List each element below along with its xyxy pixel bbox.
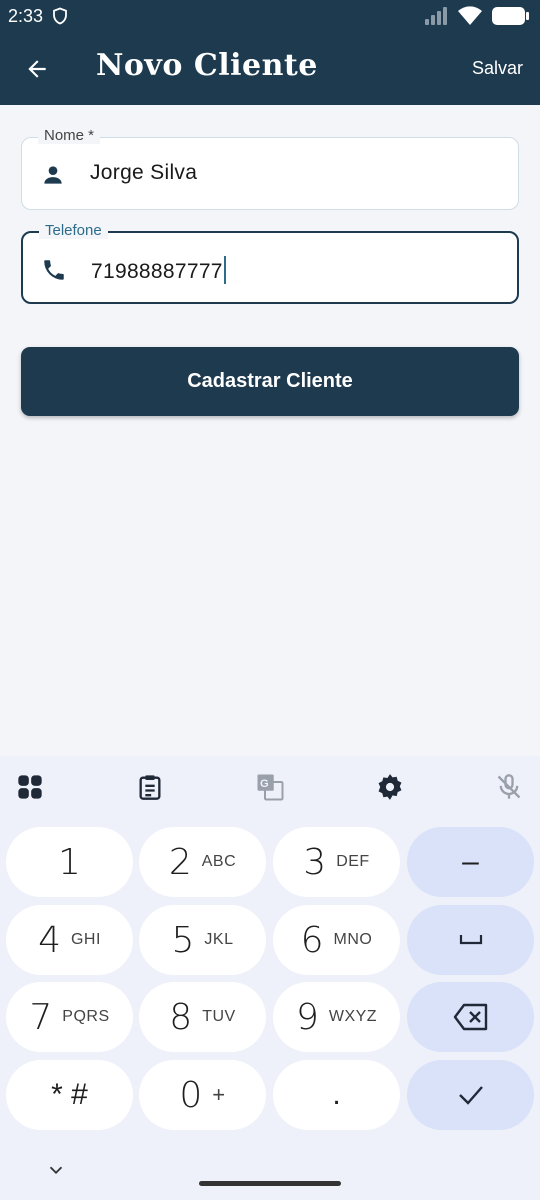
phone-icon <box>44 260 64 280</box>
home-indicator[interactable] <box>199 1181 341 1186</box>
numeric-keyboard: G 1 2 ABC 3 DEF – 4 GHI 5 JKL 6 MNO 7 PQRS 8 TU… <box>0 756 540 1200</box>
text-caret <box>223 256 226 284</box>
key-letters: WXYZ <box>328 1008 378 1025</box>
phone-field-text: 71988887777 <box>91 260 223 283</box>
translate-button[interactable]: G <box>255 772 285 802</box>
key-letters: ABC <box>201 853 237 870</box>
person-icon <box>44 166 62 184</box>
key-letters: + <box>212 1082 226 1107</box>
key-digit: 7 <box>29 996 53 1038</box>
key-letters: JKL <box>204 931 234 948</box>
key-6[interactable]: 6 MNO <box>273 905 400 975</box>
key-9[interactable]: 9 WXYZ <box>273 982 400 1052</box>
phone-field-value: 71988887777 <box>91 256 226 284</box>
battery-icon <box>492 7 529 25</box>
key-done[interactable] <box>407 1060 534 1130</box>
key-digit: 8 <box>169 996 193 1038</box>
name-field-label: Nome * <box>38 127 101 144</box>
key-period[interactable]: . <box>273 1060 400 1130</box>
key-0[interactable]: 0 + <box>139 1060 266 1130</box>
page-title: Novo Cliente <box>96 48 318 83</box>
key-3[interactable]: 3 DEF <box>273 827 400 897</box>
register-client-button[interactable]: Cadastrar Cliente <box>21 347 519 416</box>
key-digit: 1 <box>58 841 81 883</box>
translate-icon: G <box>257 774 284 801</box>
backspace-icon <box>453 1003 487 1031</box>
voice-input-button[interactable] <box>494 772 524 802</box>
key-letters: DEF <box>336 853 370 870</box>
key-digit: 0 <box>179 1074 203 1116</box>
phone-field-label: Telefone <box>39 222 108 239</box>
key-digit: 6 <box>300 919 324 961</box>
svg-text:G: G <box>260 778 269 790</box>
keyboard-toolbar: G <box>0 756 540 818</box>
shield-icon <box>53 7 67 25</box>
key-digit: 2 <box>168 841 192 883</box>
apps-grid-button[interactable] <box>15 772 45 802</box>
back-button[interactable] <box>22 54 52 84</box>
name-field-value: Jorge Silva <box>90 161 198 184</box>
status-bar: 2:33 <box>0 0 540 32</box>
signal-icon <box>425 7 447 25</box>
key-letters: TUV <box>202 1008 236 1025</box>
apps-grid-icon <box>18 775 42 799</box>
key-digit: 9 <box>295 996 319 1038</box>
key-minus[interactable]: – <box>407 827 534 897</box>
key-space[interactable] <box>407 905 534 975</box>
key-symbol: . <box>332 1078 341 1111</box>
key-letters: PQRS <box>62 1008 110 1025</box>
minus-symbol: – <box>462 845 479 878</box>
check-icon <box>458 1086 483 1105</box>
chevron-down-icon[interactable] <box>45 1159 67 1181</box>
clipboard-button[interactable] <box>135 772 165 802</box>
key-symbol: * # <box>51 1078 88 1111</box>
key-2[interactable]: 2 ABC <box>139 827 266 897</box>
mic-off-icon <box>497 774 521 799</box>
status-time: 2:33 <box>8 5 44 26</box>
key-letters: GHI <box>70 931 101 948</box>
status-icons <box>424 6 530 26</box>
save-button[interactable]: Salvar <box>472 58 523 79</box>
clipboard-icon <box>139 775 161 800</box>
key-digit: 3 <box>303 841 327 883</box>
key-backspace[interactable] <box>407 982 534 1052</box>
key-digit: 5 <box>171 919 195 961</box>
key-letters: MNO <box>333 931 373 948</box>
app-bar: Novo Cliente Salvar <box>0 32 540 105</box>
key-7[interactable]: 7 PQRS <box>6 982 133 1052</box>
key-digit: 4 <box>38 919 61 961</box>
key-star-hash[interactable]: * # <box>6 1060 133 1130</box>
key-4[interactable]: 4 GHI <box>6 905 133 975</box>
phone-field[interactable]: Telefone 71988887777 <box>21 222 519 304</box>
keyboard-settings-button[interactable] <box>375 772 405 802</box>
key-8[interactable]: 8 TUV <box>139 982 266 1052</box>
space-icon <box>459 935 482 945</box>
settings-icon <box>378 774 402 800</box>
name-field[interactable]: Nome * Jorge Silva <box>21 127 519 210</box>
wifi-icon <box>458 6 482 26</box>
key-5[interactable]: 5 JKL <box>139 905 266 975</box>
key-1[interactable]: 1 <box>6 827 133 897</box>
arrow-back-icon <box>28 60 46 78</box>
